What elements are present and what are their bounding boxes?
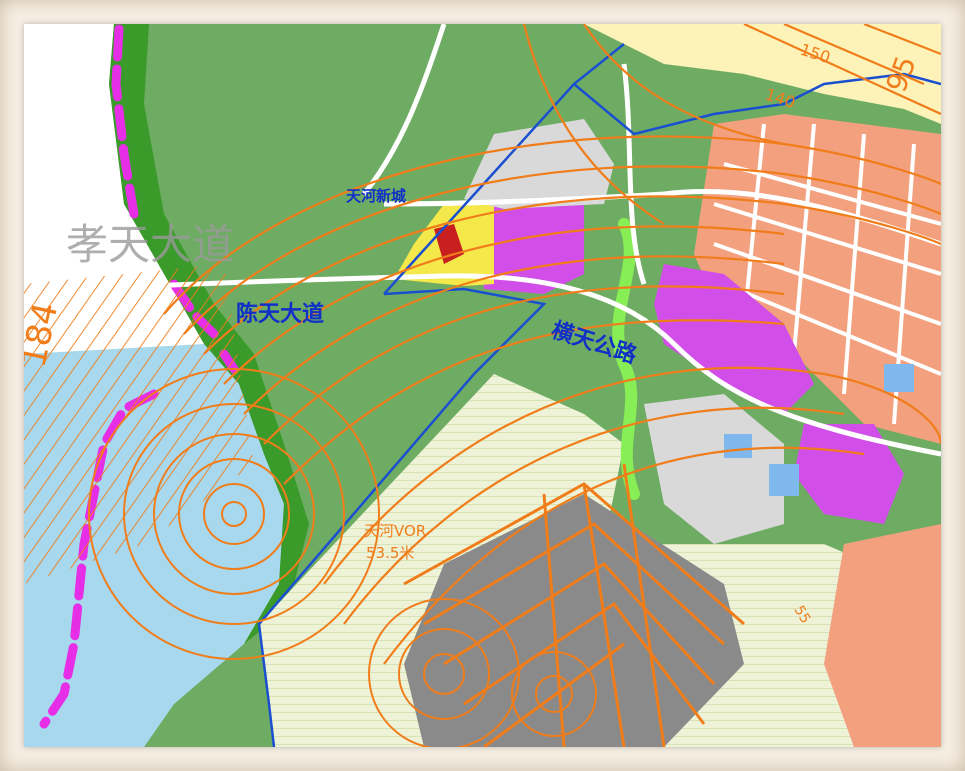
label-tianhe-xincheng: 天河新城: [346, 187, 406, 205]
label-chentian-dadao: 陈天大道: [236, 301, 324, 327]
label-vor-height: 53.5米: [366, 544, 414, 562]
map-canvas[interactable]: 孝天大道 天河新城 陈天大道 横天公路 天河VOR 53.5米 184 150 …: [24, 24, 941, 747]
label-xiaotian-dadao: 孝天大道: [66, 220, 234, 269]
label-vor-station: 天河VOR: [364, 522, 426, 540]
planning-map: 孝天大道 天河新城 陈天大道 横天公路 天河VOR 53.5米 184 150 …: [24, 24, 941, 747]
